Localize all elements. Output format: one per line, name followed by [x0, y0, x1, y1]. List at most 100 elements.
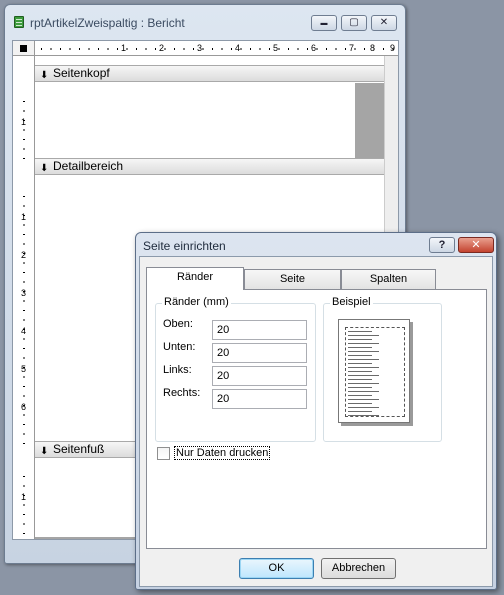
ruler-tick — [23, 338, 25, 340]
ruler-tick — [23, 101, 25, 102]
ruler-tick — [69, 48, 71, 50]
ruler-tick — [23, 357, 25, 359]
report-icon — [14, 16, 24, 28]
ruler-tick — [23, 424, 25, 425]
ruler-tick — [23, 319, 25, 321]
ruler-tick — [183, 48, 185, 50]
preview-text-line — [348, 355, 372, 356]
ruler-tick — [23, 523, 25, 525]
vertical-ruler[interactable]: 1 1 2 3 4 5 6 1 — [13, 56, 35, 539]
ruler-tick — [259, 48, 261, 50]
ruler-tick — [23, 272, 25, 273]
ruler-tick — [23, 433, 25, 435]
ruler-h-label: 9 — [390, 43, 396, 53]
maximize-button[interactable]: ▢ — [341, 15, 367, 31]
tab-raender[interactable]: Ränder — [146, 267, 244, 290]
preview-text-line — [348, 347, 372, 348]
help-button[interactable]: ? — [429, 237, 455, 253]
preview-text-line — [348, 395, 372, 396]
maximize-icon: ▢ — [349, 17, 359, 28]
right-margin-input[interactable]: 20 — [212, 389, 307, 409]
ruler-tick — [50, 48, 52, 50]
ruler-tick — [23, 129, 25, 131]
top-margin-label: Oben: — [163, 318, 193, 330]
unused-area — [355, 83, 386, 158]
ruler-tick — [23, 291, 25, 292]
tab-seite[interactable]: Seite — [244, 269, 341, 289]
ruler-h-label: 7 — [349, 43, 355, 53]
ruler-tick — [335, 48, 337, 50]
margins-group: Ränder (mm) Oben: 20 Unten: 20 Links: 20… — [155, 296, 316, 442]
preview-page-image — [338, 319, 410, 423]
ruler-tick — [297, 48, 299, 50]
preview-text-line — [348, 391, 379, 392]
dialog-close-button[interactable]: ✕ — [458, 237, 494, 253]
ruler-tick — [79, 48, 80, 50]
ruler-tick — [117, 48, 118, 50]
section-header-label: Seitenkopf — [53, 66, 110, 80]
cancel-button[interactable]: Abbrechen — [321, 558, 396, 579]
ruler-tick — [316, 48, 318, 50]
tab-spalten[interactable]: Spalten — [341, 269, 436, 289]
preview-text-line — [348, 351, 379, 352]
ruler-tick — [23, 139, 25, 140]
ruler-tick — [164, 48, 166, 50]
margins-group-label: Ränder (mm) — [162, 296, 231, 308]
ruler-tick — [364, 48, 365, 50]
ruler-tick — [23, 215, 25, 216]
select-square-icon — [20, 44, 27, 52]
ruler-tick — [23, 196, 25, 197]
tab-label: Seite — [279, 273, 306, 285]
tab-panel-raender: Ränder (mm) Oben: 20 Unten: 20 Links: 20… — [146, 289, 487, 549]
vruler-ticks — [23, 101, 25, 534]
ruler-tick — [23, 367, 25, 368]
page-setup-dialog: Seite einrichten ? ✕ Ränder Seite Spalte… — [135, 232, 497, 590]
preview-text-line — [348, 375, 379, 376]
ruler-tick — [240, 48, 242, 50]
horizontal-ruler[interactable]: 1 2 3 4 5 6 7 8 9 — [35, 41, 398, 56]
ok-button[interactable]: OK — [239, 558, 314, 579]
ruler-tick — [23, 485, 25, 487]
preview-text-line — [348, 359, 379, 360]
ruler-tick — [23, 300, 25, 302]
report-titlebar[interactable]: rptArtikelZweispaltig : Bericht ▬ ▢ ✕ — [5, 5, 405, 35]
ruler-tick — [23, 476, 25, 477]
ruler-h-label: 2 — [159, 43, 165, 53]
ruler-tick — [202, 48, 204, 50]
bottom-margin-input[interactable]: 20 — [212, 343, 307, 363]
section-detail-bar[interactable]: ⬇ Detailbereich — [35, 158, 398, 175]
preview-text-line — [348, 331, 372, 332]
top-margin-input[interactable]: 20 — [212, 320, 307, 340]
section-header-area[interactable] — [35, 83, 355, 158]
print-data-only-label[interactable]: Nur Daten drucken — [174, 446, 271, 460]
help-icon: ? — [438, 239, 446, 251]
minimize-icon: ▬ — [320, 19, 328, 27]
preview-text-line — [348, 335, 379, 336]
section-detail-label: Detailbereich — [53, 159, 124, 173]
minimize-button[interactable]: ▬ — [311, 15, 337, 31]
ruler-tick — [23, 310, 25, 311]
close-icon: ✕ — [379, 17, 389, 28]
close-button[interactable]: ✕ — [371, 15, 397, 31]
ruler-tick — [23, 281, 25, 283]
ruler-tick — [23, 262, 25, 264]
preview-group: Beispiel — [323, 296, 442, 442]
ruler-tick — [41, 48, 42, 50]
ruler-h-label: 4 — [235, 43, 241, 53]
select-report-button[interactable] — [13, 41, 35, 56]
ruler-tick — [60, 48, 61, 50]
section-header-bar[interactable]: ⬇ Seitenkopf — [35, 65, 398, 82]
ruler-tick — [23, 234, 25, 235]
ruler-tick — [23, 148, 25, 150]
ruler-tick — [231, 48, 232, 50]
left-margin-input[interactable]: 20 — [212, 366, 307, 386]
ruler-tick — [354, 48, 356, 50]
print-data-only-checkbox[interactable] — [157, 447, 170, 460]
ruler-tick — [193, 48, 194, 50]
ruler-h-label: 1 — [121, 43, 127, 53]
ruler-tick — [23, 514, 25, 515]
tab-label: Ränder — [176, 271, 214, 283]
ruler-tick — [145, 48, 147, 50]
ruler-h-label: 8 — [370, 43, 376, 53]
dialog-title: Seite einrichten — [143, 239, 226, 253]
